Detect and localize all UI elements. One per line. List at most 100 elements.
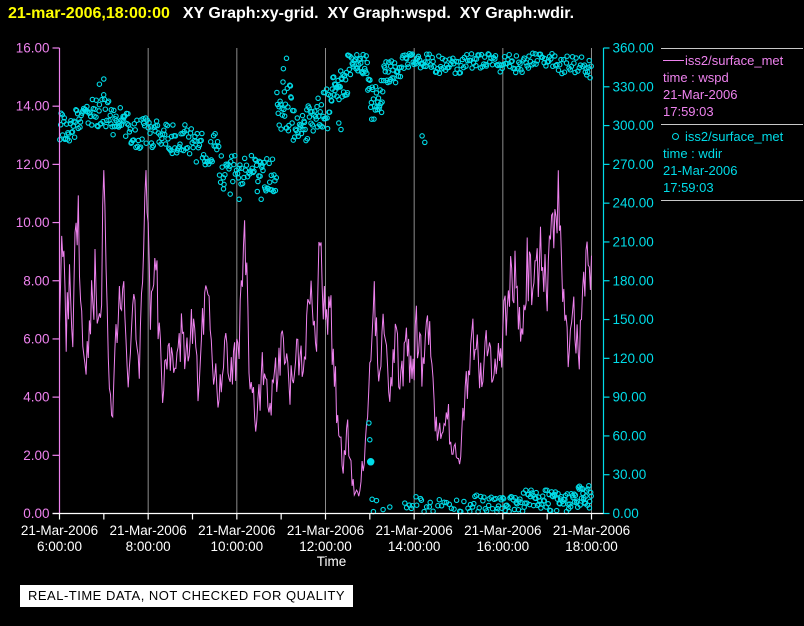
wdir-point <box>106 99 110 103</box>
wdir-point <box>365 60 369 64</box>
wdir-point <box>587 58 591 62</box>
right-axis-tick-label: 360.00 <box>613 41 654 56</box>
left-axis-tick-label: 6.00 <box>23 331 49 346</box>
right-axis-tick-label: 30.00 <box>613 467 647 482</box>
wdir-point <box>268 180 272 184</box>
legend-entry-wspd: iss2/surface_met time : wspd 21-Mar-2006… <box>661 49 803 125</box>
wspd-legend-variable: time : wspd <box>663 69 803 86</box>
x-axis-title: Time <box>317 554 347 569</box>
wdir-point <box>507 53 511 57</box>
wdir-point <box>281 80 285 84</box>
wdir-point <box>97 103 101 107</box>
right-axis-tick-label: 90.00 <box>613 390 647 405</box>
wdir-point <box>368 459 374 465</box>
x-axis-time-label: 10:00:00 <box>211 539 264 554</box>
wdir-point <box>228 192 232 196</box>
left-axis: 16.0014.0012.0010.008.006.004.002.000.00 <box>16 41 60 522</box>
right-axis-tick-label: 60.00 <box>613 428 647 443</box>
wdir-point <box>403 501 407 505</box>
wdir-point <box>337 121 341 125</box>
wdir-point <box>555 508 559 512</box>
wdir-circle-marker-icon <box>672 133 679 140</box>
wdir-point <box>572 61 576 65</box>
wdir-point <box>406 65 410 69</box>
wspd-legend-date: 21-Mar-2006 <box>663 86 803 103</box>
wdir-point <box>187 152 191 156</box>
wdir-point <box>124 134 128 138</box>
wdir-point <box>191 145 195 149</box>
wdir-point <box>270 157 274 161</box>
wdir-point <box>318 110 322 114</box>
quality-notice: REAL-TIME DATA, NOT CHECKED FOR QUALITY <box>20 585 353 607</box>
wdir-point <box>367 421 371 425</box>
x-axis-time-label: 16:00:00 <box>477 539 530 554</box>
wdir-point <box>564 61 568 65</box>
x-axis-time-label: 8:00:00 <box>126 539 171 554</box>
wdir-point <box>281 67 285 71</box>
x-axis-time-label: 14:00:00 <box>388 539 441 554</box>
x-axis-time-label: 18:00:00 <box>565 539 618 554</box>
wdir-point <box>316 96 320 100</box>
wdir-point <box>420 134 424 138</box>
right-axis-tick-label: 0.00 <box>613 506 639 521</box>
wdir-point <box>370 497 374 501</box>
wdir-point <box>431 509 435 513</box>
wdir-point <box>178 142 182 146</box>
wdir-point <box>279 127 283 131</box>
wdir-point <box>104 124 108 128</box>
wdir-point <box>462 499 466 503</box>
wdir-point <box>154 119 158 123</box>
wdir-point <box>368 438 372 442</box>
wdir-point <box>111 133 115 137</box>
wdir-point <box>437 498 441 502</box>
wdir-point <box>72 135 76 139</box>
wdir-point <box>290 121 294 125</box>
wdir-point <box>348 72 352 76</box>
wdir-point <box>319 103 323 107</box>
x-axis-date-label: 21-Mar-2006 <box>464 523 541 538</box>
right-axis-tick-label: 120.00 <box>613 351 654 366</box>
wdir-point <box>189 127 193 131</box>
left-axis-tick-label: 12.00 <box>16 157 50 172</box>
wdir-point <box>102 93 106 97</box>
left-axis-tick-label: 8.00 <box>23 273 49 288</box>
wdir-point <box>259 197 263 201</box>
left-axis-tick-label: 0.00 <box>23 506 49 521</box>
wdir-point <box>295 116 299 120</box>
wdir-point <box>221 187 225 191</box>
right-axis-tick-label: 180.00 <box>613 273 654 288</box>
wdir-point <box>487 503 491 507</box>
wdir-point <box>188 131 192 135</box>
wdir-point <box>339 127 343 131</box>
wdir-point <box>286 105 290 109</box>
x-axis-date-label: 21-Mar-2006 <box>287 523 364 538</box>
wdir-point <box>209 140 213 144</box>
wdir-point <box>379 110 383 114</box>
wdir-point <box>118 106 122 110</box>
wdir-point <box>565 54 569 58</box>
legend: iss2/surface_met time : wspd 21-Mar-2006… <box>661 48 803 201</box>
wdir-point <box>237 197 241 201</box>
wdir-point <box>579 55 583 59</box>
wdir-point <box>171 123 175 127</box>
wdir-point <box>256 179 260 183</box>
right-axis: 360.00330.00300.00270.00240.00210.00180.… <box>604 41 654 522</box>
wdir-point <box>284 56 288 60</box>
wdir-point <box>469 52 473 56</box>
x-axis-date-label: 21-Mar-2006 <box>21 523 98 538</box>
wdir-point <box>222 182 226 186</box>
x-axis-time-label: 12:00:00 <box>299 539 352 554</box>
wdir-point <box>311 129 315 133</box>
wdir-point <box>388 505 392 509</box>
wdir-point <box>404 506 408 510</box>
left-axis-tick-label: 10.00 <box>16 215 50 230</box>
wdir-point <box>138 145 142 149</box>
wdir-point <box>423 140 427 144</box>
wdir-legend-name: iss2/surface_met <box>685 128 783 145</box>
wdir-point <box>90 123 94 127</box>
right-axis-tick-label: 330.00 <box>613 79 654 94</box>
wdir-point <box>393 80 397 84</box>
x-axis-time-label: 6:00:00 <box>37 539 82 554</box>
wdir-point <box>283 102 287 106</box>
wdir-point <box>244 163 248 167</box>
